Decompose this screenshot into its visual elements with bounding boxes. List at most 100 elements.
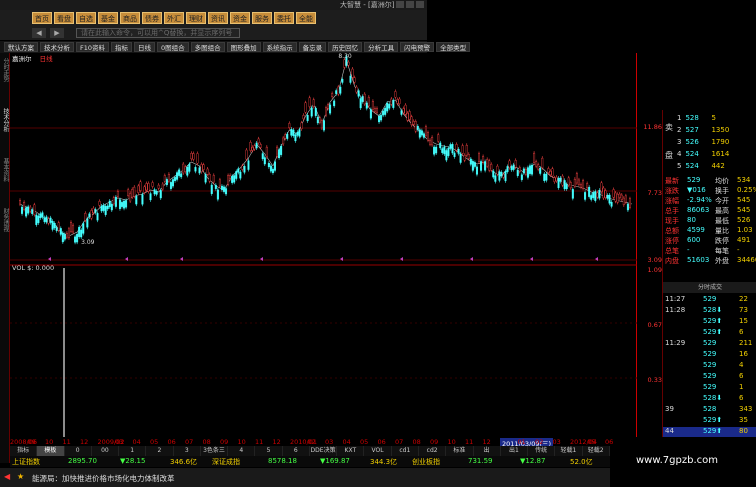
function-button-1[interactable]: 技术分析 (40, 42, 74, 52)
function-button-12[interactable]: 闪电预警 (400, 42, 435, 52)
indicator-tab-16[interactable]: 标准 (446, 446, 474, 456)
star-icon[interactable]: ★ (17, 472, 24, 481)
toolbar-button-12[interactable]: 全能 (296, 12, 316, 24)
function-button-5[interactable]: 0图组合 (157, 42, 189, 52)
order-row[interactable]: 2 527 1350 (677, 126, 729, 134)
toolbar-button-4[interactable]: 商品 (120, 12, 140, 24)
indicator-tab-7[interactable]: 3色条三线 (201, 446, 229, 464)
function-button-9[interactable]: 备忘录 (298, 42, 327, 52)
minimize-icon[interactable] (396, 1, 404, 8)
kline-chart[interactable]: 3.09 8.30 嘉洲尔 日线 VOL $: 0.000 (10, 53, 637, 437)
function-button-13[interactable]: 全部类型 (436, 42, 471, 52)
indicator-tab-19[interactable]: 传统 (528, 446, 556, 456)
order-row[interactable]: 5 524 442 (677, 162, 725, 170)
candle-body (363, 93, 366, 105)
toolbar-button-8[interactable]: 资讯 (208, 12, 228, 24)
candle-body (406, 112, 409, 121)
candle-body (514, 160, 517, 168)
toolbar-button-3[interactable]: 基金 (98, 12, 118, 24)
candle-body (267, 163, 270, 168)
toolbar-button-0[interactable]: 首页 (32, 12, 52, 24)
candle-body (420, 130, 423, 136)
toolbar-button-5[interactable]: 债券 (142, 12, 162, 24)
tick-price: 529 (703, 350, 717, 358)
vtab-1[interactable]: 技术分析 (0, 108, 10, 132)
function-button-2[interactable]: F10资料 (76, 42, 110, 52)
window-title: 大智慧 - [嘉洲尔] (340, 1, 395, 9)
tick-volume: 6 (739, 394, 744, 402)
toolbar-button-7[interactable]: 理财 (186, 12, 206, 24)
function-button-8[interactable]: 系统指示 (262, 42, 297, 52)
toolbar-button-11[interactable]: 委托 (274, 12, 294, 24)
order-row[interactable]: 3 526 1790 (677, 138, 729, 146)
back-button[interactable]: ◀ (32, 28, 46, 38)
index-name[interactable]: 深证成指 (212, 457, 240, 467)
indicator-tab-0[interactable]: 指标 (10, 446, 38, 456)
candle-body (335, 90, 338, 94)
vtab-0[interactable]: 分时走势 (0, 58, 10, 82)
toolbar-button-10[interactable]: 服务 (252, 12, 272, 24)
order-row[interactable]: 4 524 1614 (677, 150, 729, 158)
indicator-tab-17[interactable]: 出 (474, 446, 501, 456)
function-button-10[interactable]: 历史回忆 (328, 42, 363, 52)
command-input[interactable]: 请在此输入命令，可以用^Q替换，并显示序列号 (76, 28, 240, 38)
candle-body (276, 146, 279, 157)
candle-body (135, 195, 138, 205)
indicator-tab-10[interactable]: 6 (283, 446, 310, 456)
indicator-tab-12[interactable]: KXT (337, 446, 365, 456)
vtab-3[interactable]: 财务透视 (0, 208, 10, 232)
news-headline[interactable]: 能源局：加快推进价格市场化电力体制改革 (32, 473, 175, 484)
candle-body (92, 207, 95, 213)
chart-period: 日线 (39, 55, 53, 63)
function-button-7[interactable]: 图形叠加 (226, 42, 261, 52)
candle-body (431, 137, 434, 146)
indicator-tab-20[interactable]: 轻载1 (555, 446, 583, 456)
indicator-tab-4[interactable]: 1 (119, 446, 147, 456)
quote-row: 总额 4599 量比 1.03 (663, 226, 756, 236)
candle-body (382, 110, 385, 116)
function-button-6[interactable]: 多图组合 (190, 42, 225, 52)
indicator-tab-15[interactable]: cd2 (419, 446, 447, 456)
candle-body (65, 232, 68, 238)
candle-body (565, 184, 568, 190)
indicator-tab-21[interactable]: 轻载2 (583, 446, 610, 456)
toolbar-button-2[interactable]: 自选 (76, 12, 96, 24)
candle-body (586, 183, 589, 189)
candle-body (398, 98, 401, 104)
candle-body (429, 139, 432, 145)
candle-body (365, 102, 368, 109)
indicator-tab-5[interactable]: 2 (146, 446, 174, 456)
quote-panel: 卖盘 1 528 5 2 527 1350 3 526 1790 4 524 1614 5 524 442 最新… (662, 110, 756, 437)
candle-body (182, 163, 185, 174)
indicator-tab-14[interactable]: cd1 (392, 446, 419, 456)
maximize-icon[interactable] (406, 1, 414, 8)
quote-label: 均价 (715, 177, 729, 185)
index-name[interactable]: 上证指数 (12, 457, 40, 467)
ticks-header[interactable]: 分时成交 (663, 282, 756, 293)
candle-body (29, 206, 32, 212)
indicator-tab-2[interactable]: 0 (65, 446, 92, 456)
tick-time: 39 (665, 405, 674, 413)
close-icon[interactable] (416, 1, 424, 8)
indicator-tab-1[interactable]: 模板 (37, 446, 65, 456)
toolbar-button-6[interactable]: 外汇 (164, 12, 184, 24)
index-name[interactable]: 创业板指 (412, 457, 440, 467)
toolbar-button-9[interactable]: 资金 (230, 12, 250, 24)
order-row[interactable]: 1 528 5 (677, 114, 716, 122)
indicator-tab-11[interactable]: DDE决策 (310, 446, 338, 456)
function-button-4[interactable]: 日线 (134, 42, 156, 52)
function-button-0[interactable]: 默认方案 (4, 42, 38, 52)
function-button-3[interactable]: 指标 (111, 42, 133, 52)
toolbar-button-1[interactable]: 看盘 (54, 12, 74, 24)
indicator-tab-18[interactable]: 出1 (501, 446, 529, 456)
indicator-tab-8[interactable]: 4 (228, 446, 256, 456)
indicator-tab-13[interactable]: VOL (364, 446, 392, 456)
indicator-tab-3[interactable]: 00 (92, 446, 120, 456)
function-button-11[interactable]: 分析工具 (364, 42, 399, 52)
forward-button[interactable]: ▶ (50, 28, 64, 38)
indicator-tab-6[interactable]: 3 (174, 446, 201, 456)
tick-volume: 35 (739, 416, 748, 424)
indicator-tab-9[interactable]: 5 (255, 446, 283, 456)
vtab-2[interactable]: 基本资料 (0, 158, 10, 182)
news-prev-icon[interactable]: ◀ (4, 472, 10, 481)
